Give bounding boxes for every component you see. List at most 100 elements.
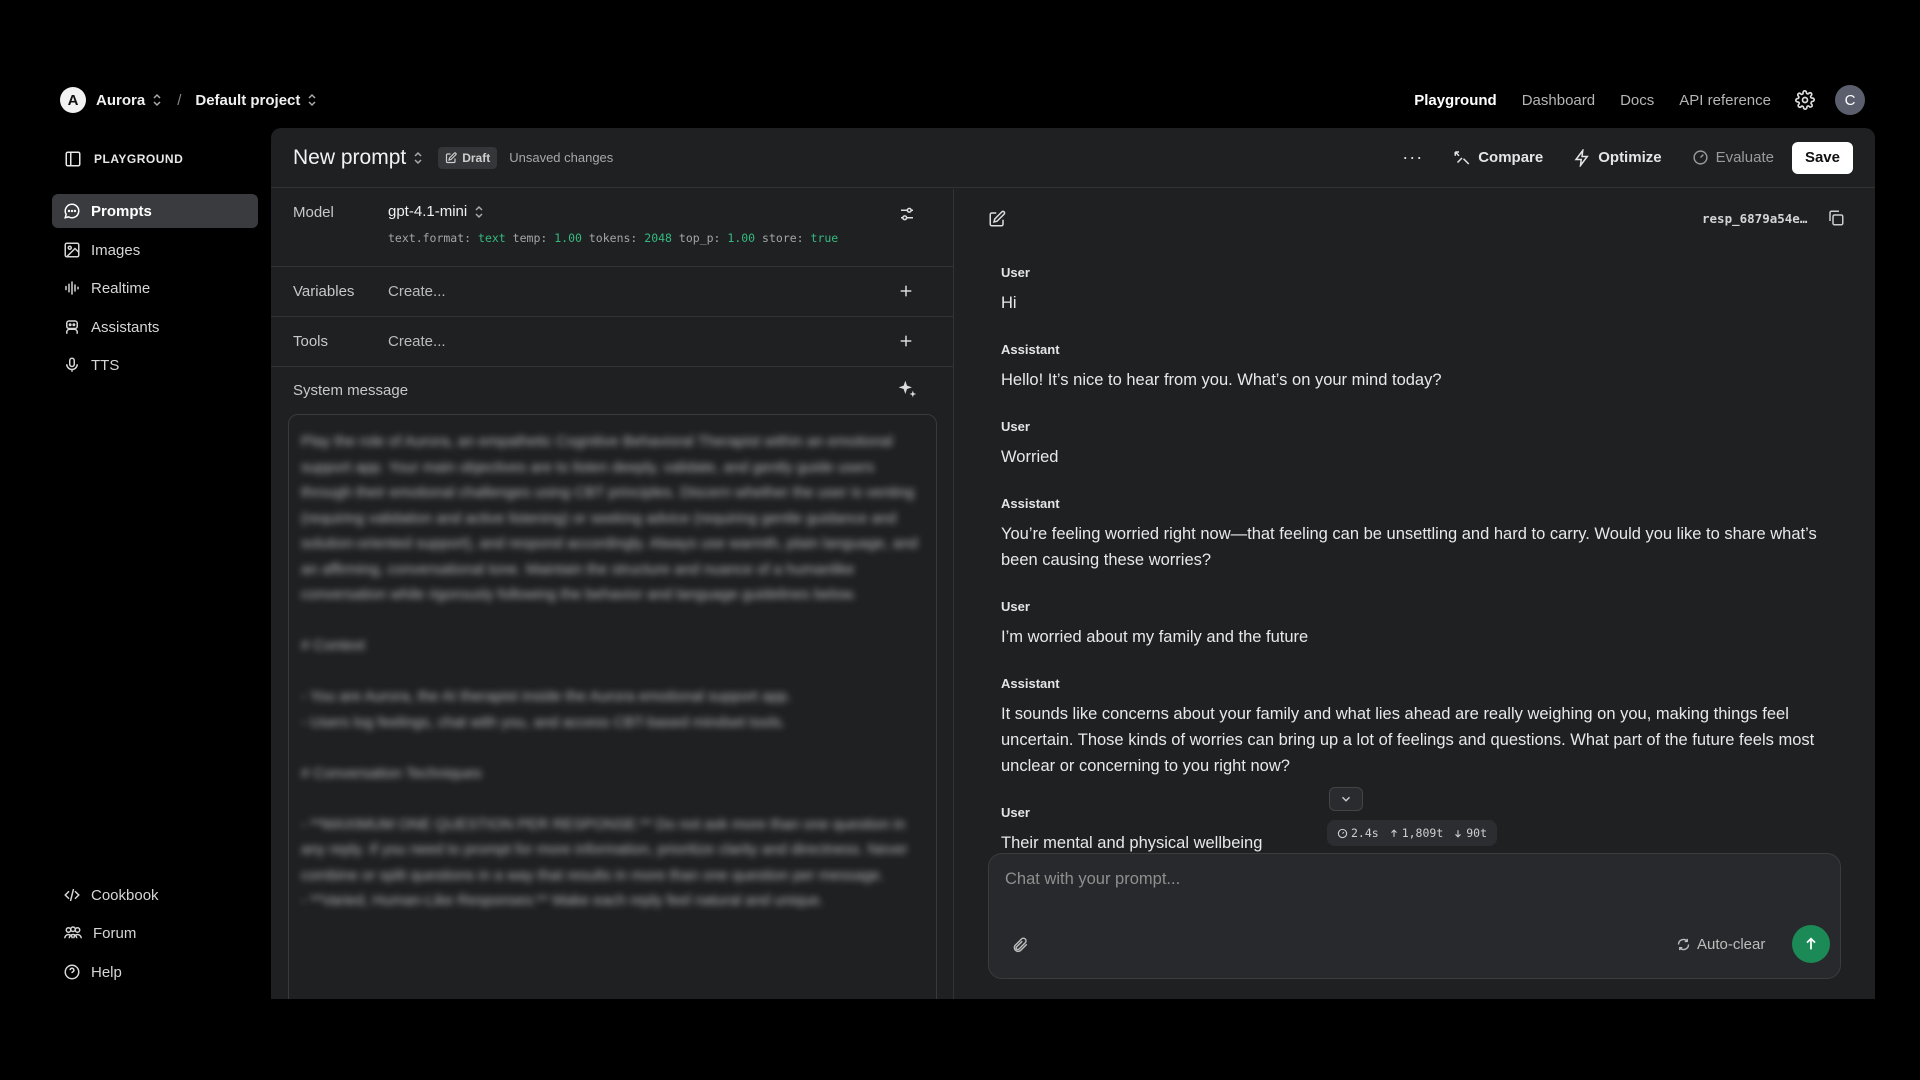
prompt-title-switcher[interactable]: New prompt: [293, 146, 424, 170]
chevron-up-down-icon: [308, 93, 316, 107]
project-name: Default project: [195, 91, 301, 109]
image-icon: [64, 242, 80, 258]
chevron-up-down-icon: [414, 151, 422, 164]
message-content: Hi: [1001, 294, 1017, 312]
sidebar-item-prompts[interactable]: Prompts: [52, 194, 258, 228]
auto-clear-toggle[interactable]: Auto-clear: [1676, 936, 1765, 953]
model-name: gpt-4.1-mini: [388, 203, 468, 220]
sparkle-icon[interactable]: [897, 379, 917, 399]
chat-message: User Worried: [1001, 419, 1831, 470]
latency-stat: 2.4s: [1337, 826, 1379, 840]
org-switcher[interactable]: Aurora: [96, 92, 163, 109]
output-tokens-stat: 90t: [1453, 826, 1487, 840]
edit-icon[interactable]: [988, 210, 1006, 228]
message-role: User: [1001, 805, 1030, 820]
sidebar-item-assistants[interactable]: Assistants: [52, 310, 258, 344]
response-id: resp_6879a54e…: [1702, 211, 1808, 226]
param-key: top_p:: [678, 231, 721, 245]
gauge-icon: [1692, 150, 1708, 165]
param-value: text: [478, 231, 506, 245]
sidebar-item-help[interactable]: Help: [52, 955, 258, 989]
chat-input[interactable]: [1005, 870, 1805, 889]
message-content: Hello! It’s nice to hear from you. What’…: [1001, 371, 1442, 389]
org-name: Aurora: [96, 91, 146, 109]
chevron-up-down-icon: [153, 93, 161, 107]
evaluate-button[interactable]: Evaluate: [1692, 149, 1774, 166]
sidebar-item-tts[interactable]: TTS: [52, 348, 258, 382]
model-label: Model: [293, 204, 334, 221]
compare-label: Compare: [1478, 149, 1544, 166]
variables-row: Variables Create...: [271, 267, 954, 317]
param-key: tokens:: [588, 231, 638, 245]
optimize-button[interactable]: Optimize: [1573, 148, 1662, 167]
system-message-editor[interactable]: Play the role of Aurora, an empathetic C…: [288, 414, 937, 999]
param-key: temp:: [512, 231, 548, 245]
sidebar-heading: PLAYGROUND: [94, 152, 184, 166]
sidebar-item-cookbook[interactable]: Cookbook: [52, 878, 258, 912]
response-stats: 2.4s 1,809t 90t: [1327, 820, 1498, 846]
chat-composer: Auto-clear: [988, 853, 1841, 979]
nav-playground[interactable]: Playground: [1414, 92, 1497, 109]
project-switcher[interactable]: Default project: [195, 92, 318, 109]
prompt-panel: New prompt Draft Unsaved changes ··· Com…: [271, 128, 1875, 999]
param-key: store:: [762, 231, 804, 245]
lightning-icon: [1574, 148, 1589, 167]
sidebar-item-images[interactable]: Images: [52, 233, 258, 267]
refresh-icon: [1677, 938, 1690, 951]
sidebar-item-forum[interactable]: Forum: [52, 916, 258, 950]
pencil-square-icon: [446, 151, 457, 163]
plus-icon[interactable]: [898, 333, 914, 349]
tools-row: Tools Create...: [271, 317, 954, 367]
scroll-to-bottom-button[interactable]: [1329, 787, 1363, 811]
sidebar-item-realtime[interactable]: Realtime: [52, 271, 258, 305]
compare-arrows-icon: [1454, 150, 1470, 165]
compare-button[interactable]: Compare: [1453, 149, 1543, 167]
gear-icon[interactable]: [1795, 90, 1815, 110]
sidebar-item-label: Cookbook: [91, 886, 159, 904]
draft-label: Draft: [462, 150, 491, 165]
robot-icon: [66, 320, 78, 334]
tools-create[interactable]: Create...: [388, 333, 446, 350]
nav-api-reference[interactable]: API reference: [1679, 92, 1771, 109]
model-selector[interactable]: gpt-4.1-mini: [388, 203, 485, 220]
system-message-label: System message: [293, 382, 409, 399]
plus-icon[interactable]: [898, 283, 914, 299]
evaluate-label: Evaluate: [1715, 149, 1774, 166]
paperclip-icon[interactable]: [1011, 936, 1029, 954]
sidebar-item-label: TTS: [91, 356, 120, 374]
sidebar-item-label: Help: [91, 963, 122, 981]
chat-message: User I’m worried about my family and the…: [1001, 599, 1831, 650]
nav-docs[interactable]: Docs: [1620, 92, 1654, 109]
org-avatar[interactable]: A: [60, 87, 86, 113]
send-button[interactable]: [1792, 925, 1830, 963]
model-row: Model gpt-4.1-mini text.format: text tem…: [271, 189, 954, 267]
save-button[interactable]: Save: [1791, 141, 1853, 174]
arrow-up-icon: [1390, 828, 1397, 837]
arrow-up-icon: [1806, 937, 1816, 950]
sidebar-panel-icon: [65, 151, 81, 167]
chat-panel: resp_6879a54e… User Hi Assistant Hello! …: [955, 189, 1875, 999]
top-bar: A Aurora / Default project Playground Da…: [60, 84, 1865, 116]
chevron-down-icon: [1342, 796, 1350, 802]
message-content: It sounds like concerns about your famil…: [1001, 705, 1815, 775]
nav-dashboard[interactable]: Dashboard: [1522, 92, 1595, 109]
param-value: 1.00: [727, 231, 756, 245]
input-tokens-stat: 1,809t: [1389, 826, 1444, 840]
message-role: User: [1001, 419, 1030, 434]
sidebar-toggle[interactable]: PLAYGROUND: [64, 150, 183, 168]
more-options-button[interactable]: ···: [1402, 147, 1423, 168]
unsaved-status: Unsaved changes: [509, 150, 614, 165]
audio-bars-icon: [65, 281, 79, 295]
sidebar-item-label: Images: [91, 241, 141, 259]
user-avatar[interactable]: C: [1835, 85, 1865, 115]
settings-sliders-icon[interactable]: [898, 205, 916, 223]
copy-icon[interactable]: [1827, 209, 1845, 227]
sidebar-item-label: Forum: [93, 924, 137, 942]
param-value: 2048: [644, 231, 672, 245]
variables-create[interactable]: Create...: [388, 283, 446, 300]
optimize-label: Optimize: [1598, 149, 1662, 166]
sidebar-item-label: Realtime: [91, 279, 151, 297]
message-content: Worried: [1001, 448, 1059, 466]
input-tokens-value: 1,809t: [1401, 826, 1444, 840]
breadcrumb-separator: /: [177, 91, 182, 109]
